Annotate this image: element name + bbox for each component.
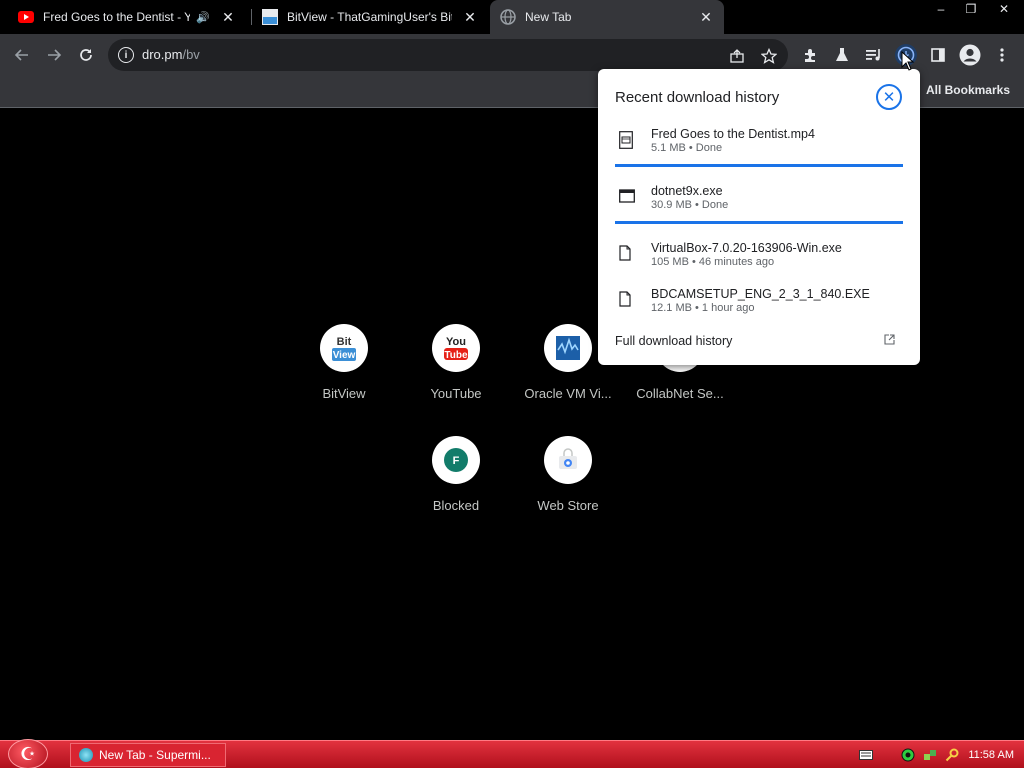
open-external-icon[interactable] [884, 334, 896, 346]
globe-icon [500, 9, 516, 25]
bookmark-star-icon[interactable] [760, 47, 778, 65]
shortcut-label: Oracle VM Vi... [524, 386, 612, 401]
youtube-logo-icon: You Tube [432, 324, 480, 372]
tab-fred-goes-to-dentist[interactable]: Fred Goes to the Dentist - Yo 🔊 ✕ [8, 0, 246, 34]
taskbar-item-label: New Tab - Supermi... [99, 748, 211, 762]
download-item[interactable]: VirtualBox-7.0.20-163906-Win.exe 105 MB … [615, 241, 903, 287]
shortcut-bitview[interactable]: Bit View BitView [288, 324, 400, 401]
close-icon[interactable]: ✕ [876, 84, 902, 110]
video-file-icon [619, 131, 635, 149]
download-meta: 105 MB • 46 minutes ago [651, 256, 775, 268]
url-host: dro.pm [142, 47, 183, 62]
speaker-icon[interactable]: 🔊 [196, 11, 210, 24]
bitview-logo-top: Bit [337, 336, 352, 348]
tab-title: BitView - ThatGamingUser's BitV [287, 10, 452, 24]
bitview-icon [262, 9, 278, 25]
info-icon[interactable]: i [118, 47, 134, 63]
reload-button[interactable] [75, 44, 97, 66]
all-bookmarks-label: All Bookmarks [925, 83, 1010, 97]
tab-title: Fred Goes to the Dentist - Yo [43, 10, 191, 24]
close-window-button[interactable]: ✕ [986, 0, 1022, 18]
green-status-icon[interactable] [900, 747, 916, 763]
youtube-icon [18, 9, 34, 25]
reload-icon [80, 49, 92, 61]
minimize-button[interactable]: – [926, 0, 956, 18]
tab-title: New Tab [525, 10, 572, 24]
start-crescent-icon: ☪ [19, 743, 37, 764]
back-button[interactable] [11, 44, 33, 66]
tab-close-icon[interactable]: ✕ [220, 9, 236, 26]
download-item[interactable]: dotnet9x.exe 30.9 MB • Done [615, 184, 903, 230]
share-icon[interactable] [728, 47, 746, 65]
download-bubble: Recent download history ✕ Fred Goes to t… [598, 69, 920, 365]
youtube-logo-bottom: Tube [444, 350, 468, 361]
extensions-icon[interactable] [800, 45, 820, 65]
forward-button[interactable] [43, 44, 65, 66]
shortcut-blocked[interactable]: F Blocked [400, 436, 512, 513]
shortcut-youtube[interactable]: You Tube YouTube [400, 324, 512, 401]
virtualbox-icon [544, 324, 592, 372]
download-meta: 5.1 MB • Done [651, 142, 723, 154]
youtube-logo-top: You [446, 336, 466, 348]
url-path: /bv [182, 47, 200, 62]
more-menu-icon[interactable] [992, 45, 1012, 65]
url-text: dro.pm/bv [142, 47, 200, 62]
download-meta: 12.1 MB • 1 hour ago [651, 302, 755, 314]
tab-close-icon[interactable]: ✕ [462, 9, 478, 26]
download-progress-bar [615, 164, 903, 167]
blocked-icon-letter: F [453, 455, 460, 467]
tab-new-tab[interactable]: New Tab ✕ [490, 0, 724, 34]
window-controls: – ❐ ✕ [926, 0, 1022, 18]
download-filename: dotnet9x.exe [651, 184, 723, 198]
shortcut-label: YouTube [430, 386, 482, 401]
shortcut-label: Blocked [432, 498, 480, 513]
address-bar[interactable]: i dro.pm/bv [108, 39, 788, 71]
all-bookmarks-button[interactable]: All Bookmarks [905, 83, 1010, 97]
search-key-icon[interactable] [944, 747, 960, 763]
file-icon [619, 245, 635, 263]
network-icon[interactable] [922, 747, 938, 763]
back-arrow-icon [14, 49, 28, 61]
start-button[interactable]: ☪ [8, 739, 48, 768]
tab-close-icon[interactable]: ✕ [698, 9, 714, 26]
download-meta: 30.9 MB • Done [651, 199, 729, 211]
browser-globe-icon [79, 748, 93, 762]
media-queue-icon[interactable] [864, 45, 884, 65]
download-filename: Fred Goes to the Dentist.mp4 [651, 127, 815, 141]
shortcut-label: BitView [322, 386, 366, 401]
bitview-logo-icon: Bit View [320, 324, 368, 372]
download-item[interactable]: Fred Goes to the Dentist.mp4 5.1 MB • Do… [615, 127, 903, 173]
download-filename: BDCAMSETUP_ENG_2_3_1_840.EXE [651, 287, 870, 301]
mouse-cursor-icon [901, 50, 915, 71]
profile-avatar-icon[interactable] [958, 43, 982, 67]
exe-window-icon [619, 188, 635, 206]
web-store-icon [544, 436, 592, 484]
full-download-history-link[interactable]: Full download history [615, 334, 732, 348]
keyboard-icon[interactable] [858, 747, 874, 763]
download-progress-bar [615, 221, 903, 224]
tab-bitview[interactable]: BitView - ThatGamingUser's BitV ✕ [252, 0, 488, 34]
shortcut-label: Web Store [537, 498, 599, 513]
taskbar-clock: 11:58 AM [968, 749, 1014, 761]
taskbar: ☪ New Tab - Supermi... 11:58 AM [0, 739, 1024, 768]
system-tray: 11:58 AM [852, 741, 1024, 768]
download-item[interactable]: BDCAMSETUP_ENG_2_3_1_840.EXE 12.1 MB • 1… [615, 287, 903, 333]
shortcut-web-store[interactable]: Web Store [512, 436, 624, 513]
tab-strip: Fred Goes to the Dentist - Yo 🔊 ✕ BitVie… [0, 0, 1024, 34]
download-bubble-title: Recent download history [615, 89, 780, 106]
bitview-logo-bottom: View [333, 350, 356, 361]
forward-arrow-icon [48, 49, 62, 61]
file-icon [619, 291, 635, 309]
labs-flask-icon[interactable] [832, 45, 852, 65]
shortcut-label: CollabNet Se... [636, 386, 724, 401]
download-filename: VirtualBox-7.0.20-163906-Win.exe [651, 241, 842, 255]
side-panel-icon[interactable] [928, 45, 948, 65]
restore-button[interactable]: ❐ [956, 0, 986, 18]
blocked-f-icon: F [432, 436, 480, 484]
taskbar-item-new-tab[interactable]: New Tab - Supermi... [70, 743, 226, 767]
